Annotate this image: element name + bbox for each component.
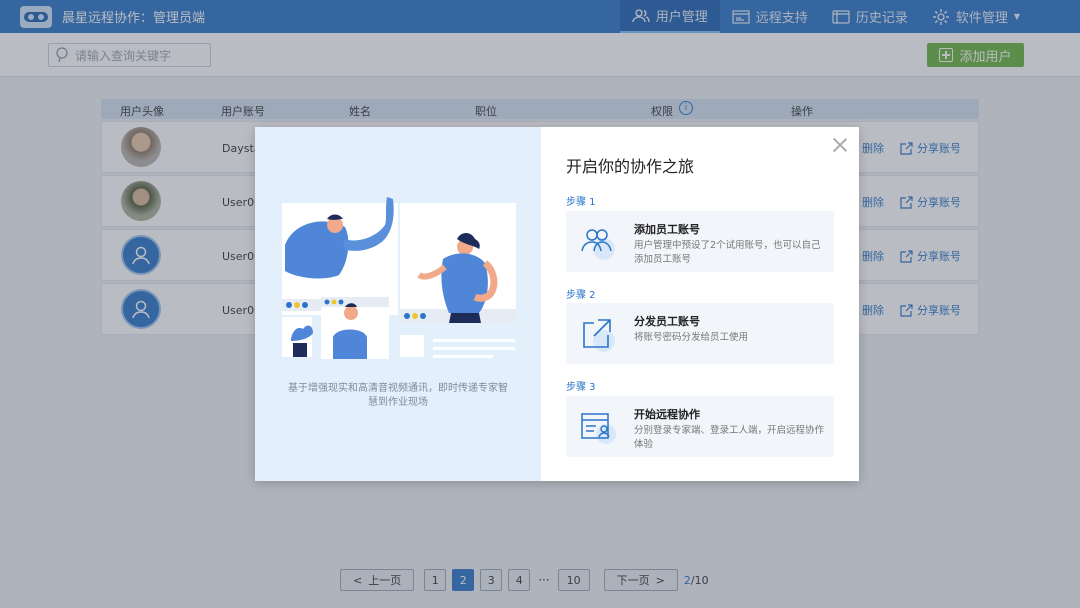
step-title: 开始远程协作 (634, 408, 700, 421)
collaboration-illustration (282, 197, 516, 359)
step-desc: 分别登录专家端、登录工人端，开启远程协作体验 (634, 425, 825, 450)
step-label: 步骤 3 (566, 382, 596, 393)
modal-title: 开启你的协作之旅 (566, 157, 695, 176)
modal-steps-panel: 开启你的协作之旅 步骤 1 添加员工账号 用户管理中预设了2个试用账号，也可以自… (541, 127, 859, 481)
onboarding-modal: 基于增强现实和高清音视频通讯，即时传递专家智慧到作业现场 开启你的协作之旅 步骤… (255, 127, 859, 481)
close-icon[interactable] (833, 138, 847, 152)
step-title: 分发员工账号 (634, 315, 700, 328)
step-title: 添加员工账号 (634, 223, 700, 236)
step-desc: 用户管理中预设了2个试用账号，也可以自己添加员工账号 (634, 240, 821, 265)
users-icon (581, 229, 615, 260)
modal-caption: 基于增强现实和高清音视频通讯，即时传递专家智慧到作业现场 (288, 383, 508, 408)
step-desc: 将账号密码分发给员工使用 (634, 332, 749, 343)
step-label: 步骤 1 (566, 197, 596, 208)
step-card-add-employee[interactable]: 添加员工账号 用户管理中预设了2个试用账号，也可以自己添加员工账号 (566, 211, 834, 272)
step-label: 步骤 2 (566, 290, 596, 301)
id-card-icon (581, 413, 616, 444)
step-card-start-collaboration[interactable]: 开始远程协作 分别登录专家端、登录工人端，开启远程协作体验 (566, 396, 834, 457)
step-card-distribute-account[interactable]: 分发员工账号 将账号密码分发给员工使用 (566, 303, 834, 364)
share-icon (583, 319, 615, 352)
modal-illustration-panel: 基于增强现实和高清音视频通讯，即时传递专家智慧到作业现场 (255, 127, 541, 481)
